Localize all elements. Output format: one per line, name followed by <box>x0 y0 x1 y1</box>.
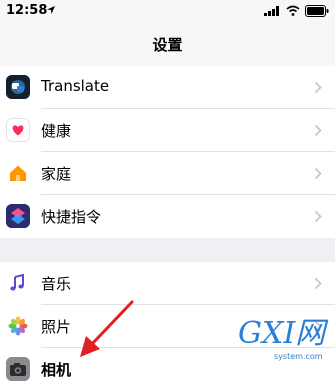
settings-row-label: 家庭 <box>41 165 72 183</box>
translate-icon <box>6 75 30 99</box>
settings-row-label: 快捷指令 <box>41 208 102 226</box>
photos-flower-icon <box>6 314 30 338</box>
settings-row-label: 健康 <box>41 122 72 140</box>
settings-row-label: 相机 <box>41 361 72 379</box>
settings-row-shortcuts[interactable]: 快捷指令 <box>0 195 335 238</box>
settings-row-health[interactable]: 健康 <box>0 109 335 152</box>
status-bar: 12:58 <box>0 0 335 22</box>
watermark-logo: GXI网 system.com <box>238 318 330 368</box>
settings-row-music[interactable]: 音乐 <box>0 262 335 305</box>
settings-row-label: Translate <box>41 77 110 95</box>
watermark-domain: system.com <box>274 352 323 361</box>
settings-group-1: Translate 健康 家庭 快捷指令 <box>0 66 335 238</box>
settings-row-label: 音乐 <box>41 275 72 293</box>
chevron-right-icon <box>314 167 322 180</box>
settings-row-translate[interactable]: Translate <box>0 66 335 109</box>
home-icon <box>6 161 30 185</box>
chevron-right-icon <box>314 81 322 94</box>
battery-icon <box>305 5 329 17</box>
camera-icon <box>6 357 30 381</box>
status-time: 12:58 <box>6 3 48 18</box>
navigation-bar: 设置 <box>0 22 335 67</box>
music-note-icon <box>6 271 30 295</box>
signal-icon <box>264 6 279 16</box>
chevron-right-icon <box>314 210 322 223</box>
settings-row-home[interactable]: 家庭 <box>0 152 335 195</box>
settings-row-label: 照片 <box>41 318 72 336</box>
chevron-right-icon <box>314 124 322 137</box>
health-heart-icon <box>6 118 30 142</box>
shortcuts-icon <box>6 204 30 228</box>
location-arrow-icon <box>47 6 55 14</box>
chevron-right-icon <box>314 277 322 290</box>
watermark-text: GXI网 <box>238 316 326 351</box>
wifi-icon <box>286 5 300 16</box>
page-title: 设置 <box>152 36 183 54</box>
